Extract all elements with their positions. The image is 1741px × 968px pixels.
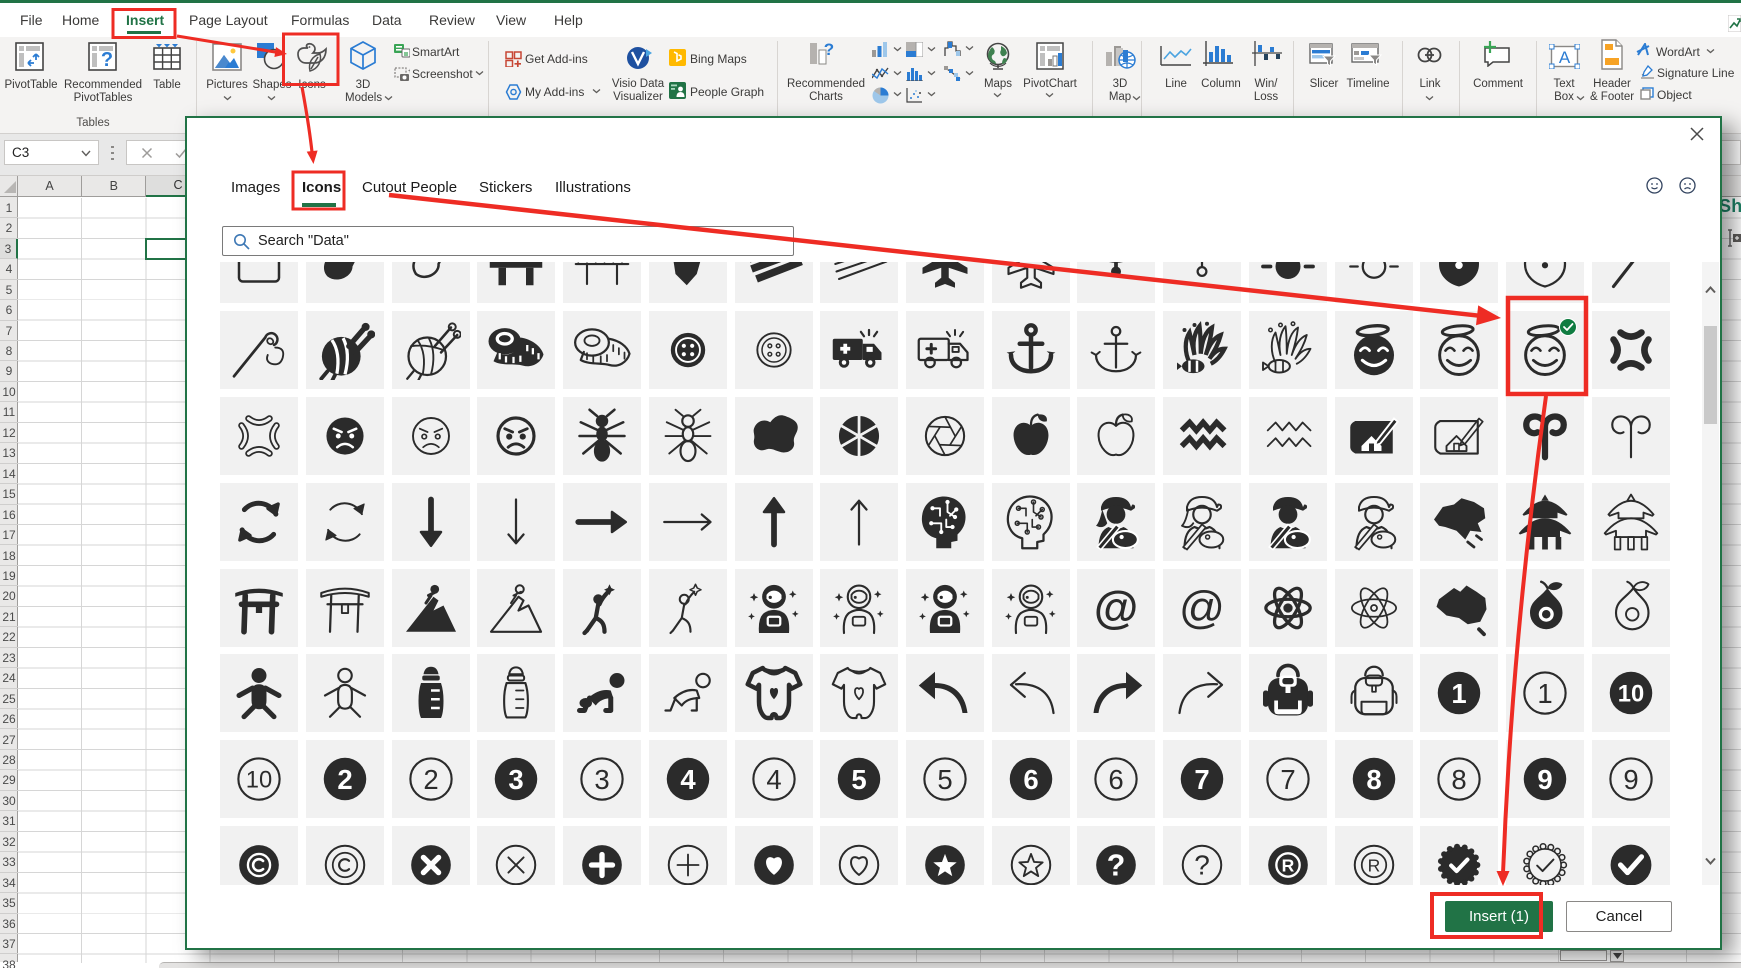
svg-text:8: 8 — [1452, 764, 1467, 795]
svg-text:9: 9 — [1623, 764, 1638, 795]
svg-text:10: 10 — [1617, 681, 1643, 708]
svg-text:A: A — [1559, 48, 1571, 67]
svg-text:R: R — [1367, 856, 1380, 876]
svg-text:?: ? — [1194, 850, 1210, 881]
svg-text:4: 4 — [766, 764, 781, 795]
svg-text:2: 2 — [423, 764, 438, 795]
svg-text:2: 2 — [337, 764, 352, 795]
svg-text:6: 6 — [1023, 764, 1038, 795]
svg-text:3: 3 — [509, 764, 524, 795]
svg-text:?: ? — [1107, 850, 1126, 883]
svg-text:+: + — [408, 68, 410, 75]
svg-text:@: @ — [1179, 582, 1225, 633]
svg-text:1: 1 — [1537, 678, 1552, 709]
svg-text:4: 4 — [680, 764, 696, 795]
svg-text:8: 8 — [1366, 764, 1381, 795]
svg-text:7: 7 — [1280, 764, 1295, 795]
svg-text:9: 9 — [1537, 764, 1552, 795]
svg-text:5: 5 — [852, 764, 867, 795]
svg-text:?: ? — [824, 40, 834, 59]
svg-text:R: R — [1281, 856, 1294, 876]
svg-text:7: 7 — [1194, 764, 1209, 795]
svg-text:3: 3 — [594, 764, 609, 795]
svg-text:6: 6 — [1109, 764, 1124, 795]
svg-text:5: 5 — [937, 764, 952, 795]
svg-text:10: 10 — [246, 767, 272, 794]
svg-text:?: ? — [101, 49, 113, 71]
svg-text:1: 1 — [1452, 678, 1467, 709]
svg-text:@: @ — [1094, 582, 1138, 633]
